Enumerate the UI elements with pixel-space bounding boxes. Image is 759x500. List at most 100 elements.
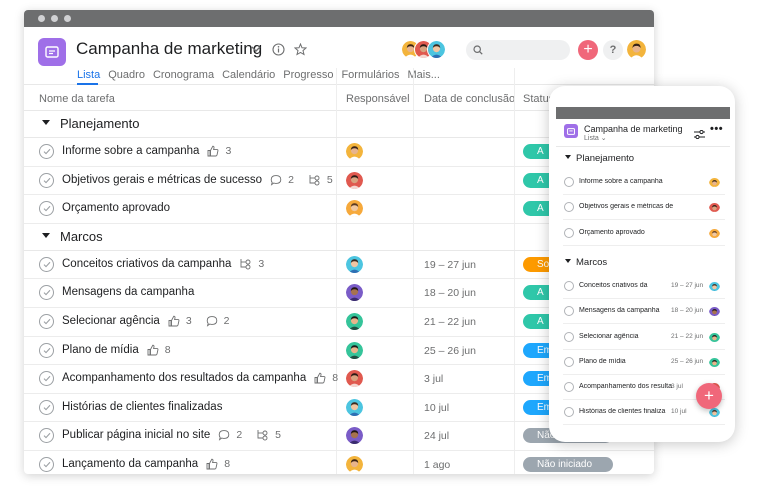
due-date[interactable]: 19 – 27 jun (424, 259, 476, 271)
search-box[interactable] (466, 40, 570, 60)
complete-checkbox[interactable] (39, 313, 54, 329)
more-icon[interactable]: ••• (710, 123, 723, 135)
avatar[interactable] (346, 312, 363, 330)
tab-quadro[interactable]: Quadro (108, 69, 145, 81)
due-date[interactable]: 25 – 26 jun (424, 345, 476, 357)
mobile-add-button[interactable]: + (696, 383, 722, 409)
mobile-list-item[interactable]: Mensagens da campanha 18 – 20 jun (563, 299, 725, 325)
complete-checkbox[interactable] (564, 202, 574, 213)
tab-cronograma[interactable]: Cronograma (153, 69, 214, 81)
avatar[interactable] (346, 200, 363, 218)
search-input[interactable] (487, 44, 567, 56)
avatar[interactable] (627, 40, 646, 59)
task-name-cell[interactable]: Plano de mídia 8 (62, 344, 185, 356)
tab-calendario[interactable]: Calendário (222, 69, 275, 81)
info-icon[interactable] (270, 41, 286, 57)
like-count[interactable]: 8 (147, 344, 178, 356)
chevron-down-icon[interactable] (248, 41, 264, 57)
project-members[interactable] (401, 40, 461, 60)
mobile-list-item[interactable]: Objetivos gerais e métricas de suc (563, 195, 725, 221)
task-name-cell[interactable]: Mensagens da campanha (62, 286, 194, 298)
complete-checkbox[interactable] (564, 331, 574, 342)
task-name-cell[interactable]: Orçamento aprovado (62, 202, 170, 214)
caret-down-icon[interactable] (42, 120, 50, 125)
status-badge[interactable]: Não iniciado (523, 456, 613, 472)
subtask-count[interactable]: 5 (308, 174, 340, 186)
avatar[interactable] (346, 341, 363, 359)
like-count[interactable]: 3 (168, 315, 199, 327)
complete-checkbox[interactable] (39, 456, 54, 472)
like-count[interactable]: 8 (206, 458, 237, 470)
task-name-cell[interactable]: Conceitos criativos da campanha 3 (62, 258, 278, 270)
mobile-section-header[interactable]: Planejamento (565, 153, 634, 164)
due-date[interactable]: 3 jul (424, 373, 443, 385)
due-date[interactable]: 24 jul (424, 430, 449, 442)
comment-count[interactable]: 2 (270, 174, 301, 186)
complete-checkbox[interactable] (39, 144, 54, 159)
complete-checkbox[interactable] (564, 177, 574, 187)
tab-lista[interactable]: Lista (77, 69, 100, 81)
caret-down-icon[interactable] (42, 232, 50, 238)
subtask-count[interactable]: 3 (239, 258, 271, 270)
complete-checkbox[interactable] (564, 227, 574, 238)
star-icon[interactable] (292, 41, 308, 57)
mobile-view-selector[interactable]: Lista ⌄ (584, 134, 607, 142)
like-count[interactable]: 3 (207, 145, 238, 157)
complete-checkbox[interactable] (39, 285, 54, 301)
due-date[interactable]: 1 ago (424, 459, 450, 471)
avatar[interactable] (346, 143, 363, 160)
avatar[interactable] (346, 284, 363, 302)
mobile-list-item[interactable]: Conceitos criativos da 19 – 27 jun (563, 274, 725, 299)
avatar[interactable] (346, 171, 363, 189)
filter-icon[interactable] (694, 126, 705, 144)
add-button[interactable]: + (578, 40, 598, 60)
window-dot-maximize[interactable] (64, 15, 71, 22)
column-due-date[interactable]: Data de conclusão (424, 93, 515, 105)
complete-checkbox[interactable] (39, 256, 54, 272)
comment-count[interactable]: 2 (218, 429, 249, 441)
mobile-section-header[interactable]: Marcos (565, 257, 607, 268)
comment-count[interactable]: 2 (206, 315, 237, 327)
task-name-cell[interactable]: Objetivos gerais e métricas de sucesso 2 5 (62, 174, 347, 186)
complete-checkbox[interactable] (39, 399, 54, 415)
complete-checkbox[interactable] (39, 172, 54, 188)
subtask-count[interactable]: 5 (256, 429, 288, 441)
tab-progresso[interactable]: Progresso (283, 69, 333, 81)
avatar[interactable] (346, 455, 363, 473)
column-task-name[interactable]: Nome da tarefa (39, 93, 115, 105)
complete-checkbox[interactable] (39, 342, 54, 358)
avatar[interactable] (346, 255, 363, 273)
task-name-cell[interactable]: Histórias de clientes finalizadas (62, 401, 222, 413)
task-name-cell[interactable]: Selecionar agência 3 2 (62, 315, 244, 327)
due-date[interactable]: 18 – 20 jun (424, 287, 476, 299)
avatar[interactable] (346, 427, 363, 445)
complete-checkbox[interactable] (564, 356, 574, 367)
tab-formularios[interactable]: Formulários (341, 69, 399, 81)
complete-checkbox[interactable] (564, 382, 574, 393)
complete-checkbox[interactable] (564, 280, 574, 291)
avatar[interactable] (346, 370, 363, 388)
avatar[interactable] (346, 398, 363, 416)
like-count[interactable]: 8 (314, 372, 345, 384)
task-name-cell[interactable]: Informe sobre a campanha 3 (62, 145, 245, 157)
column-assignee[interactable]: Responsável (346, 93, 410, 105)
mobile-list-item[interactable]: Informe sobre a campanha (563, 170, 725, 195)
mobile-list-item[interactable]: Orçamento aprovado (563, 221, 725, 246)
due-date[interactable]: 10 jul (424, 402, 449, 414)
complete-checkbox[interactable] (564, 306, 574, 317)
complete-checkbox[interactable] (39, 371, 54, 387)
table-row[interactable]: Lançamento da campanha 8 1 ago Não iniciado (24, 451, 654, 474)
complete-checkbox[interactable] (564, 407, 574, 418)
help-button[interactable]: ? (603, 40, 623, 60)
caret-down-icon[interactable] (565, 259, 571, 264)
window-dot-close[interactable] (38, 15, 45, 22)
task-name-cell[interactable]: Lançamento da campanha 8 (62, 458, 244, 470)
mobile-list-item[interactable]: Selecionar agência 21 – 22 jun (563, 325, 725, 350)
window-dot-minimize[interactable] (51, 15, 58, 22)
task-name-cell[interactable]: Publicar página inicial no site 2 5 (62, 429, 295, 441)
complete-checkbox[interactable] (39, 428, 54, 444)
task-name-cell[interactable]: Acompanhamento dos resultados da campanh… (62, 372, 352, 384)
caret-down-icon[interactable] (565, 155, 571, 160)
mobile-list-item[interactable]: Plano de mídia 25 – 26 jun (563, 350, 725, 375)
complete-checkbox[interactable] (39, 201, 54, 217)
